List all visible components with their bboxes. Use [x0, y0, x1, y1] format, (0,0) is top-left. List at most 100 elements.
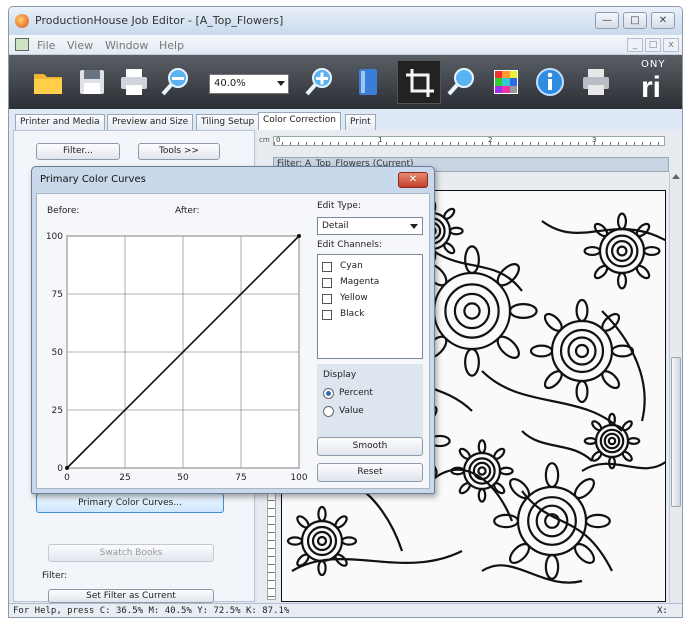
- curve-graph[interactable]: 0 25 50 75 100 0 25 50 75 100: [37, 194, 312, 490]
- document-icon[interactable]: [15, 38, 29, 51]
- close-button[interactable]: ✕: [651, 12, 675, 29]
- channel-label: Black: [340, 309, 365, 319]
- book-icon[interactable]: [351, 65, 385, 99]
- edit-channels-list: Cyan Magenta Yellow Black: [317, 254, 423, 359]
- scrollbar-thumb[interactable]: [671, 357, 681, 507]
- flower-petal: [573, 477, 596, 500]
- flower-petal: [543, 312, 563, 332]
- flower-ring: [607, 436, 617, 446]
- x-tick-label: 0: [64, 473, 70, 483]
- dialog-close-button[interactable]: ✕: [398, 172, 428, 188]
- menu-help[interactable]: Help: [159, 39, 184, 52]
- zoom-in-icon[interactable]: [303, 65, 337, 99]
- menu-window[interactable]: Window: [105, 39, 148, 52]
- menu-file[interactable]: File: [37, 39, 55, 52]
- flower-petal: [317, 559, 327, 577]
- edit-type-value: Detail: [322, 221, 349, 231]
- vertical-scrollbar[interactable]: [669, 172, 682, 602]
- edit-type-label: Edit Type:: [317, 201, 361, 211]
- flower-petal: [496, 335, 520, 359]
- flower-petal: [508, 303, 538, 319]
- tab-preview-and-size[interactable]: Preview and Size: [107, 114, 194, 130]
- menu-view[interactable]: View: [67, 39, 93, 52]
- flower-petal: [464, 245, 480, 275]
- flower-petal: [621, 450, 633, 462]
- flower-petal: [317, 505, 327, 523]
- tab-color-correction[interactable]: Color Correction: [258, 112, 341, 131]
- crop-tool-button[interactable]: [397, 60, 441, 104]
- checkbox[interactable]: [322, 262, 332, 272]
- flower-petal: [573, 542, 596, 565]
- chevron-down-icon: [277, 81, 285, 86]
- channel-label: Yellow: [340, 293, 368, 303]
- flower-petal: [593, 264, 609, 280]
- flower-petal: [575, 379, 589, 404]
- title-bar[interactable]: ProductionHouse Job Editor - [A_Top_Flow…: [9, 7, 682, 35]
- primary-color-curves-button[interactable]: Primary Color Curves...: [36, 493, 224, 513]
- open-folder-icon[interactable]: [31, 65, 65, 99]
- filter-button[interactable]: Filter...: [36, 143, 120, 160]
- flower-ring: [611, 239, 634, 262]
- ruler-number: 1: [378, 136, 383, 144]
- flower-ring: [616, 245, 628, 257]
- flower-petal: [464, 347, 480, 377]
- checkbox[interactable]: [322, 294, 332, 304]
- flower-ring: [567, 336, 597, 366]
- mdi-minimize-button[interactable]: _: [627, 38, 643, 52]
- mdi-close-button[interactable]: x: [663, 38, 679, 52]
- flower-petal: [477, 439, 487, 455]
- primary-color-curves-dialog: Primary Color Curves ✕ Before: After: 02…: [31, 166, 435, 494]
- dialog-body: Before: After: 0 25 50 75 100 0 25 50 75 100 Edit…: [36, 193, 430, 489]
- flower-ring: [603, 432, 621, 450]
- flower-ring: [444, 283, 500, 339]
- checkbox[interactable]: [322, 278, 332, 288]
- set-filter-as-current-button[interactable]: Set Filter as Current: [48, 589, 214, 603]
- flower-petal: [584, 513, 611, 529]
- reset-button[interactable]: Reset: [317, 463, 423, 482]
- tab-strip: Printer and Media Preview and Size Tilin…: [9, 112, 682, 131]
- zoom-out-icon[interactable]: [159, 65, 193, 99]
- filter-label: Filter:: [42, 571, 68, 581]
- window-title: ProductionHouse Job Editor - [A_Top_Flow…: [35, 14, 284, 27]
- flower-petal: [496, 263, 520, 287]
- brand-wordmark-bottom: ri: [641, 71, 662, 104]
- horizontal-ruler: 0 1 2 3: [273, 136, 665, 146]
- flower-petal: [616, 271, 628, 290]
- tab-tiling-setup[interactable]: Tiling Setup: [196, 114, 260, 130]
- flower-ring: [477, 466, 487, 476]
- tools-button[interactable]: Tools >>: [138, 143, 220, 160]
- curve-control-point[interactable]: [297, 234, 301, 238]
- app-logo-icon: [15, 14, 29, 28]
- zoom-level-select[interactable]: 40.0%: [209, 74, 289, 94]
- tab-print[interactable]: Print: [345, 114, 376, 130]
- smooth-button[interactable]: Smooth: [317, 437, 423, 456]
- swatch-books-button[interactable]: Swatch Books: [48, 544, 214, 562]
- flower-petal: [583, 245, 602, 257]
- value-radio[interactable]: [323, 406, 334, 417]
- save-disk-icon[interactable]: [75, 65, 109, 99]
- flower-petal: [477, 487, 487, 503]
- tab-printer-and-media[interactable]: Printer and Media: [15, 114, 105, 130]
- edit-type-select[interactable]: Detail: [317, 217, 423, 235]
- flower-ring: [311, 530, 333, 552]
- search-icon[interactable]: [445, 65, 479, 99]
- maximize-button[interactable]: □: [623, 12, 647, 29]
- curve-control-point[interactable]: [65, 466, 69, 470]
- status-bar: For Help, press C: 36.5% M: 40.5% Y: 72.…: [9, 603, 682, 617]
- minimize-button[interactable]: —: [595, 12, 619, 29]
- scroll-up-icon[interactable]: [672, 174, 680, 179]
- printer-icon[interactable]: [117, 65, 151, 99]
- flower-petal: [635, 264, 651, 280]
- color-palette-icon[interactable]: [489, 65, 523, 99]
- flower-petal: [458, 447, 471, 460]
- print-job-icon[interactable]: [579, 65, 613, 99]
- ruler-number: 3: [592, 136, 597, 144]
- mdi-restore-button[interactable]: □: [645, 38, 661, 52]
- ruler-number: 0: [276, 136, 281, 144]
- checkbox[interactable]: [322, 310, 332, 320]
- percent-radio[interactable]: [323, 388, 334, 399]
- flower-petal: [575, 298, 589, 323]
- channel-label: Magenta: [340, 277, 380, 287]
- info-icon[interactable]: [533, 65, 567, 99]
- dialog-title: Primary Color Curves: [40, 174, 146, 185]
